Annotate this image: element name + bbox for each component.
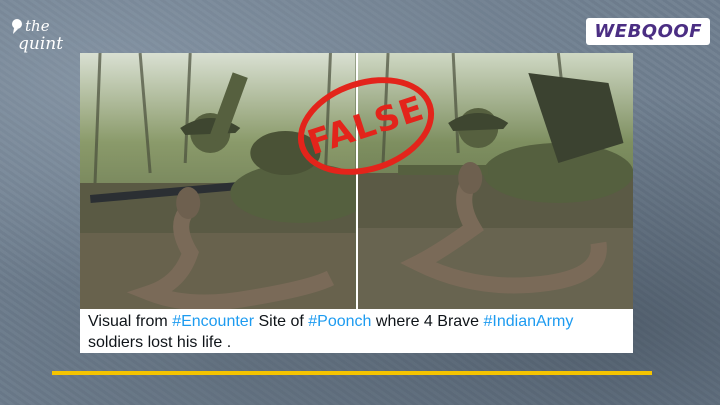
hashtag-indianarmy-link[interactable]: #IndianArmy (484, 313, 574, 330)
svg-text:quint: quint (18, 34, 63, 54)
hashtag-poonch-link[interactable]: #Poonch (308, 313, 371, 330)
webqoof-logo: WEBQOOF (586, 18, 710, 45)
accent-divider (52, 371, 652, 375)
post-caption: Visual from #Encounter Site of #Poonch w… (88, 311, 628, 353)
hashtag-encounter-link[interactable]: #Encounter (172, 313, 254, 330)
caption-text: Visual from (88, 313, 173, 330)
caption-text: Site of (254, 313, 309, 330)
webqoof-logo-text: WEBQOOF (594, 21, 702, 42)
caption-text: where 4 Brave (371, 313, 484, 330)
caption-text: soldiers lost his life . (88, 334, 232, 351)
the-quint-logo: the quint (10, 14, 80, 54)
svg-text:the: the (25, 17, 50, 35)
